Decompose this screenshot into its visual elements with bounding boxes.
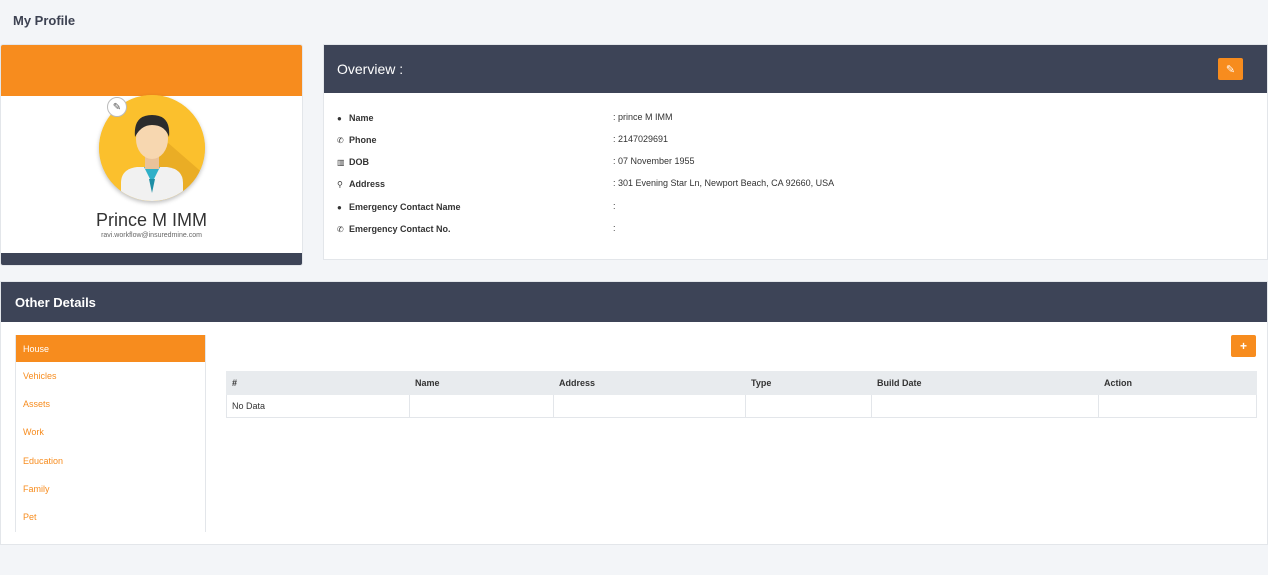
overview-row-phone: ✆ Phone	[337, 134, 377, 146]
user-icon: ●	[337, 113, 342, 123]
table-cell	[553, 394, 746, 418]
overview-row-emergency-name: ● Emergency Contact Name	[337, 201, 461, 213]
profile-banner	[1, 45, 302, 96]
plus-icon: +	[1239, 339, 1247, 353]
field-value-dob: : 07 November 1955	[613, 156, 695, 166]
phone-icon: ✆	[337, 224, 344, 234]
overview-title: Overview :	[337, 61, 404, 77]
phone-icon: ✆	[337, 135, 344, 145]
overview-header: Overview :	[324, 45, 1267, 93]
pencil-icon: ✎	[1225, 63, 1236, 76]
table-cell	[1098, 394, 1257, 418]
house-table: # Name Address Type Build Date Action No…	[226, 371, 1257, 418]
field-value-emergency-no: :	[613, 223, 616, 233]
profile-name: Prince M IMM	[95, 210, 207, 230]
column-header: Type	[745, 371, 872, 395]
cake-icon: ▥	[337, 157, 345, 167]
other-details-title: Other Details	[15, 294, 96, 310]
field-label: Emergency Contact No.	[349, 224, 451, 234]
menu-item-house[interactable]: House	[16, 335, 205, 362]
overview-row-name: ● Name	[337, 112, 374, 124]
profile-email: ravi.workflow@insuredmine.com	[101, 232, 202, 239]
menu-item-work[interactable]: Work	[16, 418, 205, 446]
other-details-header: Other Details	[1, 282, 1267, 322]
column-header: Build Date	[871, 371, 1099, 395]
map-marker-icon: ⚲	[337, 179, 343, 189]
column-header: #	[226, 371, 410, 395]
overview-card: Overview : ✎ ● Name : prince M IMM ✆ Pho…	[323, 44, 1268, 260]
table-row: No Data	[226, 394, 1257, 418]
profile-footer	[1, 253, 302, 265]
field-value-address: : 301 Evening Star Ln, Newport Beach, CA…	[613, 178, 835, 188]
table-header-row: # Name Address Type Build Date Action	[226, 371, 1257, 395]
field-label: Emergency Contact Name	[349, 202, 461, 212]
column-header: Address	[553, 371, 746, 395]
table-cell	[871, 394, 1099, 418]
menu-item-pet[interactable]: Pet	[16, 503, 205, 531]
field-label: DOB	[349, 157, 369, 167]
overview-row-dob: ▥ DOB	[337, 156, 369, 168]
profile-card: ✎ Prince M IMM ravi.workflow@insuredmine…	[0, 44, 303, 266]
field-label: Name	[349, 113, 374, 123]
field-value-name: : prince M IMM	[613, 112, 673, 122]
field-label: Address	[349, 179, 386, 189]
table-cell	[409, 394, 554, 418]
details-side-menu: House Vehicles Assets Work Education Fam…	[15, 335, 206, 532]
add-house-button[interactable]: +	[1231, 335, 1256, 357]
field-value-emergency-name: :	[613, 201, 616, 211]
empty-cell: No Data	[226, 394, 410, 418]
field-value-phone: : 2147029691	[613, 134, 669, 144]
edit-overview-button[interactable]: ✎	[1218, 58, 1243, 80]
column-header: Action	[1098, 371, 1257, 395]
menu-item-education[interactable]: Education	[16, 447, 205, 475]
overview-row-emergency-no: ✆ Emergency Contact No.	[337, 223, 451, 235]
column-header: Name	[409, 371, 554, 395]
user-icon: ●	[337, 202, 342, 212]
table-cell	[745, 394, 872, 418]
menu-item-assets[interactable]: Assets	[16, 390, 205, 418]
menu-item-vehicles[interactable]: Vehicles	[16, 362, 205, 390]
page-title: My Profile	[13, 13, 76, 28]
other-details-card: Other Details House Vehicles Assets Work…	[0, 281, 1268, 545]
edit-avatar-icon[interactable]: ✎	[107, 97, 127, 117]
overview-row-address: ⚲ Address	[337, 178, 385, 190]
field-label: Phone	[349, 135, 377, 145]
menu-item-family[interactable]: Family	[16, 475, 205, 503]
